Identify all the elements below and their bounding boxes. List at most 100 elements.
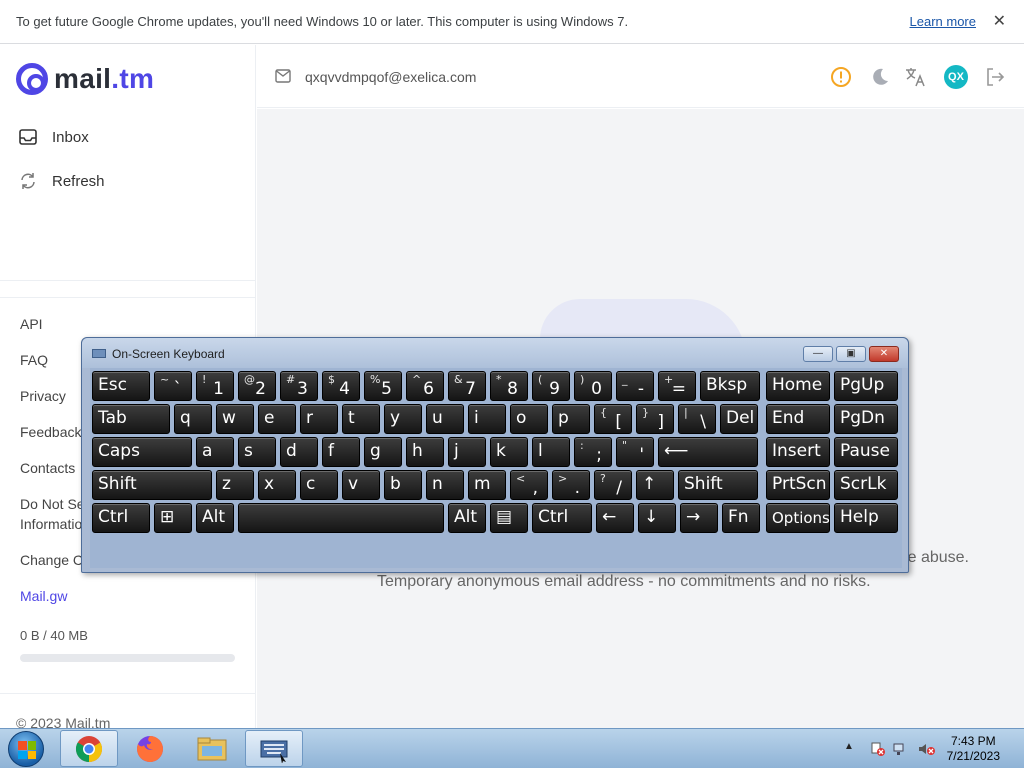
key-home[interactable]: Home (766, 371, 830, 401)
key-g[interactable]: g (364, 437, 402, 467)
key-3[interactable]: #3 (280, 371, 318, 401)
key-[interactable]: | \ (678, 404, 716, 434)
logout-icon[interactable] (983, 65, 1007, 89)
sidebar-link-api[interactable]: API (20, 314, 43, 334)
key-0[interactable]: ) 0 (574, 371, 612, 401)
taskbar-osk[interactable] (245, 730, 303, 767)
avatar[interactable]: QX (944, 65, 968, 89)
key-5[interactable]: % 5 (364, 371, 402, 401)
sidebar-link-do-not-sell[interactable]: Do Not Se (20, 494, 85, 514)
key-u[interactable]: u (426, 404, 464, 434)
key-[interactable]: ⟵ (658, 437, 758, 467)
volume-muted-icon[interactable] (918, 742, 935, 756)
key-[interactable]: → (680, 503, 718, 533)
key-v[interactable]: v (342, 470, 380, 500)
key-ctrl[interactable]: Ctrl (532, 503, 592, 533)
key-bksp[interactable]: Bksp (700, 371, 760, 401)
key-h[interactable]: h (406, 437, 444, 467)
key-[interactable]: ← (596, 503, 634, 533)
infobar-close-icon[interactable]: ✕ (993, 11, 1006, 31)
sidebar-item-inbox[interactable]: Inbox (18, 127, 89, 147)
key-[interactable]: <, (510, 470, 548, 500)
key-a[interactable]: a (196, 437, 234, 467)
taskbar-firefox[interactable] (121, 730, 179, 767)
key-d[interactable]: d (280, 437, 318, 467)
sidebar-link-mailgw[interactable]: Mail.gw (20, 586, 67, 606)
key-alt[interactable]: Alt (448, 503, 486, 533)
key-7[interactable]: & 7 (448, 371, 486, 401)
key-[interactable]: ↓ (638, 503, 676, 533)
key-[interactable]: ⊞ (154, 503, 192, 533)
taskbar-clock[interactable]: 7:43 PM 7/21/2023 (947, 734, 1000, 764)
key-z[interactable]: z (216, 470, 254, 500)
key-shift[interactable]: Shift (678, 470, 758, 500)
key-fn[interactable]: Fn (722, 503, 760, 533)
key-space[interactable] (238, 503, 444, 533)
key-i[interactable]: i (468, 404, 506, 434)
key-[interactable]: ▤ (490, 503, 528, 533)
key-[interactable]: >. (552, 470, 590, 500)
start-button[interactable] (8, 731, 44, 767)
key-e[interactable]: e (258, 404, 296, 434)
key-1[interactable]: ! 1 (196, 371, 234, 401)
translate-icon[interactable] (903, 65, 927, 89)
mailtm-logo[interactable]: mail.tm (16, 63, 154, 95)
taskbar-chrome[interactable] (60, 730, 118, 767)
key-shift[interactable]: Shift (92, 470, 212, 500)
network-icon[interactable] (892, 742, 908, 756)
sidebar-link-contacts[interactable]: Contacts (20, 458, 75, 478)
key-ctrl[interactable]: Ctrl (92, 503, 150, 533)
taskbar-explorer[interactable] (183, 730, 241, 767)
key-[interactable]: :; (574, 437, 612, 467)
key-f[interactable]: f (322, 437, 360, 467)
show-hidden-icons-icon[interactable]: ▲ (844, 741, 860, 755)
key-alt[interactable]: Alt (196, 503, 234, 533)
key-l[interactable]: l (532, 437, 570, 467)
key-n[interactable]: n (426, 470, 464, 500)
key-j[interactable]: j (448, 437, 486, 467)
key-pgup[interactable]: PgUp (834, 371, 898, 401)
key-[interactable]: ~ ` (154, 371, 192, 401)
key-scrlk[interactable]: ScrLk (834, 470, 898, 500)
key-[interactable]: + = (658, 371, 696, 401)
key-x[interactable]: x (258, 470, 296, 500)
key-options[interactable]: Options (766, 503, 830, 533)
key-4[interactable]: $4 (322, 371, 360, 401)
moon-icon[interactable] (868, 65, 892, 89)
key-caps[interactable]: Caps (92, 437, 192, 467)
key-esc[interactable]: Esc (92, 371, 150, 401)
key-k[interactable]: k (490, 437, 528, 467)
key-o[interactable]: o (510, 404, 548, 434)
key-q[interactable]: q (174, 404, 212, 434)
email-address[interactable]: qxqvvdmpqof@exelica.com (305, 69, 476, 85)
warning-icon[interactable] (829, 65, 853, 89)
key-b[interactable]: b (384, 470, 422, 500)
key-[interactable]: ↑ (636, 470, 674, 500)
key-r[interactable]: r (300, 404, 338, 434)
sidebar-item-refresh[interactable]: Refresh (18, 171, 105, 191)
key-end[interactable]: End (766, 404, 830, 434)
restore-button[interactable]: ▣ (836, 346, 866, 362)
key-pause[interactable]: Pause (834, 437, 898, 467)
key-pgdn[interactable]: PgDn (834, 404, 898, 434)
key-m[interactable]: m (468, 470, 506, 500)
key-6[interactable]: ^ 6 (406, 371, 444, 401)
key-c[interactable]: c (300, 470, 338, 500)
sidebar-link-feedback[interactable]: Feedback (20, 422, 81, 442)
minimize-button[interactable]: — (803, 346, 833, 362)
key-p[interactable]: p (552, 404, 590, 434)
action-center-icon[interactable] (870, 742, 886, 756)
key-[interactable]: {[ (594, 404, 632, 434)
key-t[interactable]: t (342, 404, 380, 434)
key-y[interactable]: y (384, 404, 422, 434)
key-9[interactable]: (9 (532, 371, 570, 401)
key-8[interactable]: * 8 (490, 371, 528, 401)
sidebar-link-faq[interactable]: FAQ (20, 350, 48, 370)
key-s[interactable]: s (238, 437, 276, 467)
close-button[interactable]: ✕ (869, 346, 899, 362)
osk-title-bar[interactable]: On-Screen Keyboard — ▣ ✕ (82, 338, 908, 368)
key-[interactable]: }] (636, 404, 674, 434)
key-[interactable]: " ' (616, 437, 654, 467)
key-del[interactable]: Del (720, 404, 758, 434)
key-insert[interactable]: Insert (766, 437, 830, 467)
